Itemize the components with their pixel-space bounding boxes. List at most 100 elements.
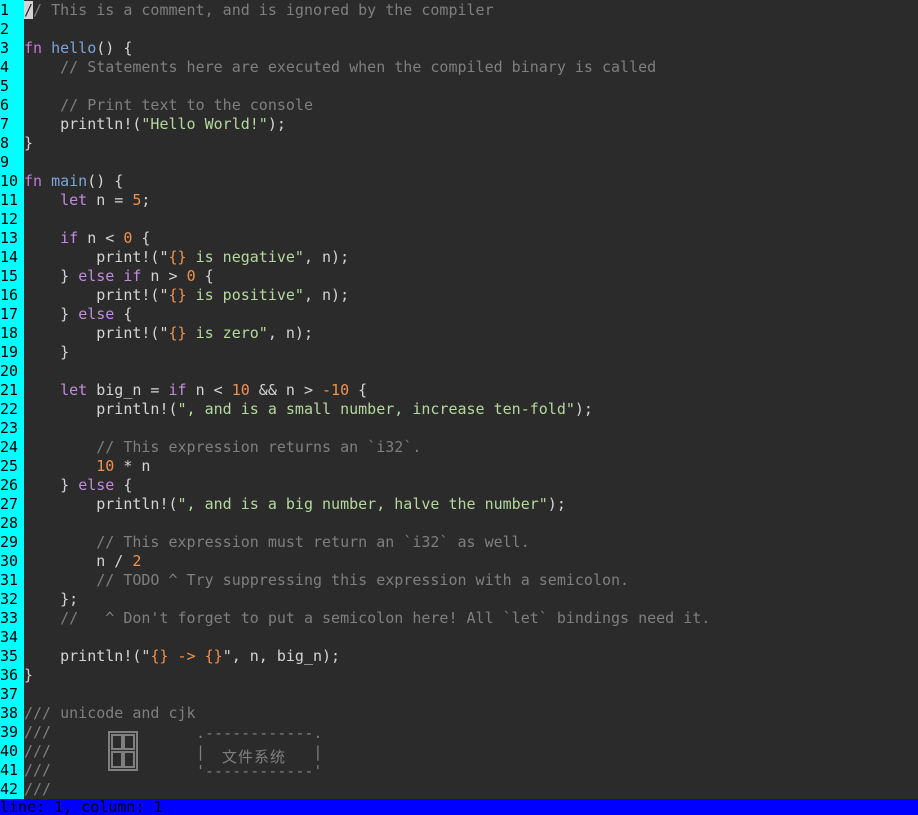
line-number: 7 [0, 115, 24, 134]
code-token: 2 [132, 552, 142, 570]
code-line[interactable]: 5 [0, 77, 918, 96]
code-line[interactable]: 26 } else { [0, 476, 918, 495]
code-token: // This expression returns an `i32`. [96, 438, 422, 456]
code-line[interactable]: 35 println!("{} -> {}", n, big_n); [0, 647, 918, 666]
code-token: {} [168, 248, 187, 266]
line-number: 25 [0, 457, 24, 476]
code-line[interactable]: 42/// [0, 780, 918, 799]
code-token: /// unicode and cjk [24, 704, 196, 722]
code-token: n < [78, 229, 124, 247]
line-number: 39 [0, 723, 24, 742]
code-line[interactable]: 9 [0, 153, 918, 172]
line-text: // This expression returns an `i32`. [24, 438, 421, 457]
code-line[interactable]: 16 print!("{} is positive", n); [0, 286, 918, 305]
code-token: * n [114, 457, 151, 475]
code-token: { [114, 476, 133, 494]
code-token: if [168, 381, 187, 399]
code-line[interactable]: 29 // This expression must return an `i3… [0, 533, 918, 552]
code-line[interactable]: 7 println!("Hello World!"); [0, 115, 918, 134]
line-number: 13 [0, 229, 24, 248]
line-number: 14 [0, 248, 24, 267]
code-token: let [60, 381, 88, 399]
line-text: println!(", and is a small number, incre… [24, 400, 593, 419]
line-text: fn hello() { [24, 39, 132, 58]
code-line[interactable]: 36} [0, 666, 918, 685]
code-line[interactable]: 1// This is a comment, and is ignored by… [0, 1, 918, 20]
code-line[interactable]: 22 println!(", and is a small number, in… [0, 400, 918, 419]
code-line[interactable]: 4 // Statements here are executed when t… [0, 58, 918, 77]
code-line[interactable]: 19 } [0, 343, 918, 362]
code-line[interactable]: 13 if n < 0 { [0, 229, 918, 248]
code-line[interactable]: 34 [0, 628, 918, 647]
code-line[interactable]: 37 [0, 685, 918, 704]
line-number: 20 [0, 362, 24, 381]
code-line[interactable]: 21 let big_n = if n < 10 && n > -10 { [0, 381, 918, 400]
code-line[interactable]: 25 10 * n [0, 457, 918, 476]
code-token: 10 [96, 457, 115, 475]
code-area[interactable]: 1// This is a comment, and is ignored by… [0, 1, 918, 799]
line-text: fn main() { [24, 172, 123, 191]
code-token: /// [24, 742, 52, 760]
line-text: 10 * n [24, 457, 150, 476]
code-line[interactable]: 8} [0, 134, 918, 153]
code-line[interactable]: 2 [0, 20, 918, 39]
code-token: // Statements here are executed when the… [60, 58, 657, 76]
code-line[interactable]: 32 }; [0, 590, 918, 609]
code-line[interactable]: 20 [0, 362, 918, 381]
code-line[interactable]: 30 n / 2 [0, 552, 918, 571]
code-line[interactable]: 6 // Print text to the console [0, 96, 918, 115]
code-line[interactable]: 11 let n = 5; [0, 191, 918, 210]
code-token: else [78, 305, 115, 323]
frame-top: .------------. [196, 724, 323, 742]
code-line[interactable]: 10 fn main() { [0, 172, 918, 191]
code-token: 0 [186, 267, 196, 285]
code-line[interactable]: 31 // TODO ^ Try suppressing this expres… [0, 571, 918, 590]
code-line[interactable]: 12 [0, 210, 918, 229]
code-line[interactable]: 14 print!("{} is negative", n); [0, 248, 918, 267]
text-cursor: / [24, 1, 34, 19]
line-text: println!("{} -> {}", n, big_n); [24, 647, 340, 666]
code-token: { [114, 305, 133, 323]
code-token: 10 [231, 381, 250, 399]
line-text: println!(", and is a big number, halve t… [24, 495, 566, 514]
line-text: } [24, 343, 69, 362]
line-number: 41 [0, 761, 24, 780]
code-line[interactable]: 24 // This expression returns an `i32`. [0, 438, 918, 457]
line-number: 11 [0, 191, 24, 210]
line-number: 4 [0, 58, 24, 77]
code-line[interactable]: 17 } else { [0, 305, 918, 324]
code-token: n / [24, 552, 133, 570]
grid-box-icon [108, 731, 138, 771]
status-bar: line: 1, column: 1 [0, 799, 918, 815]
code-token: // Print text to the console [60, 96, 313, 114]
code-token: () { [96, 39, 133, 57]
code-token: {} [168, 286, 187, 304]
code-token: n > [141, 267, 187, 285]
line-number: 37 [0, 685, 24, 704]
line-text: print!("{} is zero", n); [24, 324, 313, 343]
code-token: { [132, 229, 151, 247]
code-editor[interactable]: 1// This is a comment, and is ignored by… [0, 0, 918, 815]
line-number: 16 [0, 286, 24, 305]
line-text: /// [24, 780, 51, 799]
code-line[interactable]: 3 fn hello() { [0, 39, 918, 58]
code-token: } [24, 666, 34, 684]
code-line[interactable]: 23 [0, 419, 918, 438]
code-token: { [349, 381, 368, 399]
code-token: -10 [322, 381, 350, 399]
code-line[interactable]: 27 println!(", and is a big number, halv… [0, 495, 918, 514]
line-text: let big_n = if n < 10 && n > -10 { [24, 381, 367, 400]
line-number: 34 [0, 628, 24, 647]
code-line[interactable]: 18 print!("{} is zero", n); [0, 324, 918, 343]
code-token: fn [24, 39, 52, 57]
code-line[interactable]: 33 // ^ Don't forget to put a semicolon … [0, 609, 918, 628]
line-number: 31 [0, 571, 24, 590]
code-token: && n > [249, 381, 323, 399]
line-number: 33 [0, 609, 24, 628]
code-line[interactable]: 38/// unicode and cjk [0, 704, 918, 723]
code-line[interactable]: 28 [0, 514, 918, 533]
code-line[interactable]: 15 } else if n > 0 { [0, 267, 918, 286]
